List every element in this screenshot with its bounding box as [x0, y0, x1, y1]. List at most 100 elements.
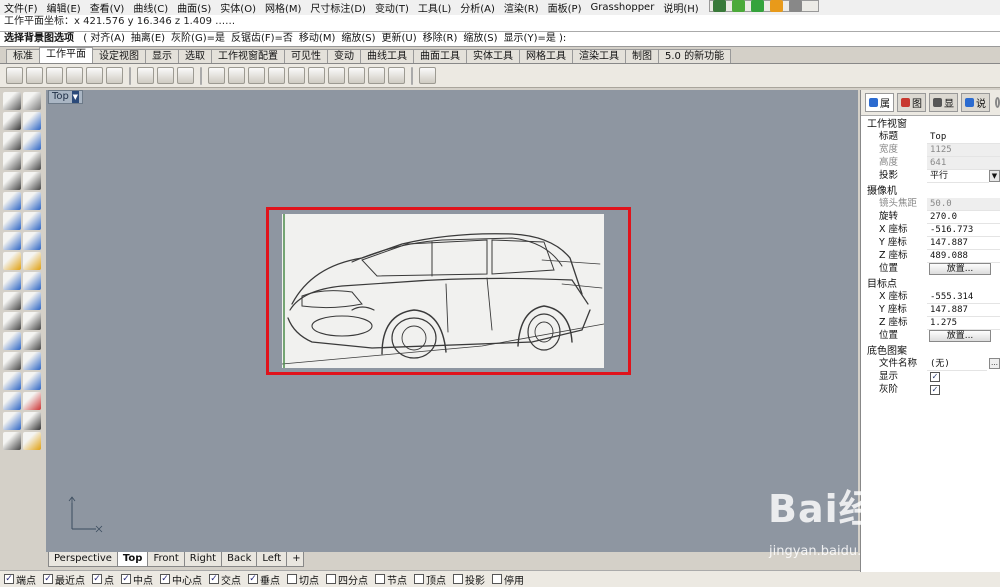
- projection-select[interactable]: 平行: [927, 170, 989, 183]
- arc-icon[interactable]: [23, 132, 41, 150]
- tab-layers[interactable]: 图: [897, 93, 926, 112]
- zebra-icon[interactable]: [23, 372, 41, 390]
- boolean-icon[interactable]: [23, 252, 41, 270]
- view-tab-left[interactable]: Left: [256, 552, 288, 567]
- grayscale-checkbox[interactable]: ✓: [930, 385, 940, 395]
- polygon-icon[interactable]: [3, 172, 21, 190]
- toolbar-tab-2[interactable]: 设定视图: [92, 49, 146, 63]
- command-option-5[interactable]: 缩放(S): [341, 33, 375, 44]
- menu-item-14[interactable]: 说明(H): [663, 0, 698, 15]
- menu-item-8[interactable]: 变动(T): [375, 0, 409, 15]
- target-place-button[interactable]: 放置...: [929, 330, 991, 342]
- osnap-12[interactable]: 停用: [492, 572, 524, 587]
- menu-item-2[interactable]: 查看(V): [90, 0, 125, 15]
- cplane-view-icon[interactable]: [328, 67, 345, 84]
- panel-options-gear-icon[interactable]: [995, 97, 1000, 108]
- toolbar-tab-9[interactable]: 曲面工具: [413, 49, 467, 63]
- split-icon[interactable]: [23, 292, 41, 310]
- osnap-10[interactable]: 顶点: [414, 572, 446, 587]
- osnap-7[interactable]: 切点: [287, 572, 319, 587]
- toolbar-tab-0[interactable]: 标准: [6, 49, 40, 63]
- snap-icon[interactable]: [3, 412, 21, 430]
- cplane-grid-icon[interactable]: [228, 67, 245, 84]
- osnap-11[interactable]: 投影: [453, 572, 485, 587]
- prop-title-value[interactable]: Top: [927, 131, 1000, 144]
- menu-item-13[interactable]: Grasshopper: [591, 2, 655, 13]
- cplane-curve-icon[interactable]: [248, 67, 265, 84]
- block-icon[interactable]: [3, 392, 21, 410]
- open-folder-icon[interactable]: [268, 67, 285, 84]
- cplane-elevation-icon[interactable]: [157, 67, 174, 84]
- osnap-checkbox[interactable]: ✓: [248, 574, 258, 584]
- freeform-icon[interactable]: [23, 172, 41, 190]
- paint-icon[interactable]: [23, 432, 41, 450]
- move-icon[interactable]: [23, 312, 41, 330]
- osnap-4[interactable]: ✓ 中心点: [160, 572, 202, 587]
- camera-z-field[interactable]: 489.088: [927, 250, 1000, 263]
- join-icon[interactable]: [23, 272, 41, 290]
- osnap-1[interactable]: ✓ 最近点: [43, 572, 85, 587]
- cplane-prev-icon[interactable]: [348, 67, 365, 84]
- explode-icon[interactable]: [3, 272, 21, 290]
- view-tab-front[interactable]: Front: [147, 552, 185, 567]
- add-view-tab-icon[interactable]: +: [286, 552, 305, 567]
- surface-icon[interactable]: [3, 212, 21, 230]
- menu-item-0[interactable]: 文件(F): [4, 0, 38, 15]
- cplane-rotate-icon[interactable]: [177, 67, 194, 84]
- osnap-checkbox[interactable]: ✓: [92, 574, 102, 584]
- rotation-field[interactable]: 270.0: [927, 211, 1000, 224]
- cplane-vertical-icon[interactable]: [308, 67, 325, 84]
- viewport-menu-arrow-icon[interactable]: ▼: [71, 91, 79, 103]
- curve-icon[interactable]: [23, 112, 41, 130]
- render-icon[interactable]: [751, 0, 764, 12]
- chevron-down-icon[interactable]: ▼: [989, 170, 1000, 182]
- cplane-object-icon[interactable]: [208, 67, 225, 84]
- view-tab-top[interactable]: Top: [116, 552, 149, 567]
- cplane-origin-icon[interactable]: [137, 67, 154, 84]
- osnap-0[interactable]: ✓ 端点: [4, 572, 36, 587]
- light-icon[interactable]: [770, 0, 783, 12]
- viewport-title[interactable]: Top ▼: [48, 90, 83, 104]
- toolbar-tab-5[interactable]: 工作视窗配置: [211, 49, 285, 63]
- menu-item-12[interactable]: 面板(P): [548, 0, 582, 15]
- array-icon[interactable]: [23, 352, 41, 370]
- osnap-checkbox[interactable]: ✓: [160, 574, 170, 584]
- analyze-icon[interactable]: [3, 372, 21, 390]
- osnap-5[interactable]: ✓ 交点: [209, 572, 241, 587]
- toolbar-tab-3[interactable]: 显示: [145, 49, 179, 63]
- command-option-4[interactable]: 移动(M): [299, 33, 335, 44]
- command-option-0[interactable]: ( 对齐(A): [83, 33, 125, 44]
- align-icon[interactable]: [23, 412, 41, 430]
- trim-icon[interactable]: [3, 292, 21, 310]
- dimension-icon[interactable]: [3, 352, 21, 370]
- tab-display[interactable]: 显: [929, 93, 958, 112]
- rectangle-icon[interactable]: [23, 152, 41, 170]
- mesh-icon[interactable]: [3, 252, 21, 270]
- cylinder-icon[interactable]: [23, 232, 41, 250]
- text-icon[interactable]: [23, 332, 41, 350]
- menu-item-9[interactable]: 工具(L): [418, 0, 451, 15]
- cplane-3pt-icon[interactable]: [288, 67, 305, 84]
- toolbar-tab-4[interactable]: 选取: [178, 49, 212, 63]
- osnap-2[interactable]: ✓ 点: [92, 572, 114, 587]
- point-icon[interactable]: [23, 92, 41, 110]
- polyline-icon[interactable]: [3, 112, 21, 130]
- command-option-6[interactable]: 更新(U): [382, 33, 417, 44]
- fillet-icon[interactable]: [23, 192, 41, 210]
- filename-field[interactable]: (无): [927, 358, 987, 371]
- command-option-1[interactable]: 抽离(E): [131, 33, 165, 44]
- view-tab-perspective[interactable]: Perspective: [48, 552, 118, 567]
- gear-icon[interactable]: [789, 0, 802, 12]
- offset-icon[interactable]: [3, 192, 21, 210]
- menu-item-5[interactable]: 实体(O): [220, 0, 256, 15]
- camera-y-field[interactable]: 147.887: [927, 237, 1000, 250]
- camera-place-button[interactable]: 放置...: [929, 263, 991, 275]
- osnap-checkbox[interactable]: ✓: [4, 574, 14, 584]
- cplane-back-icon[interactable]: [106, 67, 123, 84]
- globe-icon[interactable]: [713, 0, 726, 12]
- toolbar-tab-12[interactable]: 渲染工具: [572, 49, 626, 63]
- osnap-checkbox[interactable]: [375, 574, 385, 584]
- target-y-field[interactable]: 147.887: [927, 304, 1000, 317]
- menu-item-6[interactable]: 网格(M): [265, 0, 301, 15]
- cplane-set-icon[interactable]: [419, 67, 436, 84]
